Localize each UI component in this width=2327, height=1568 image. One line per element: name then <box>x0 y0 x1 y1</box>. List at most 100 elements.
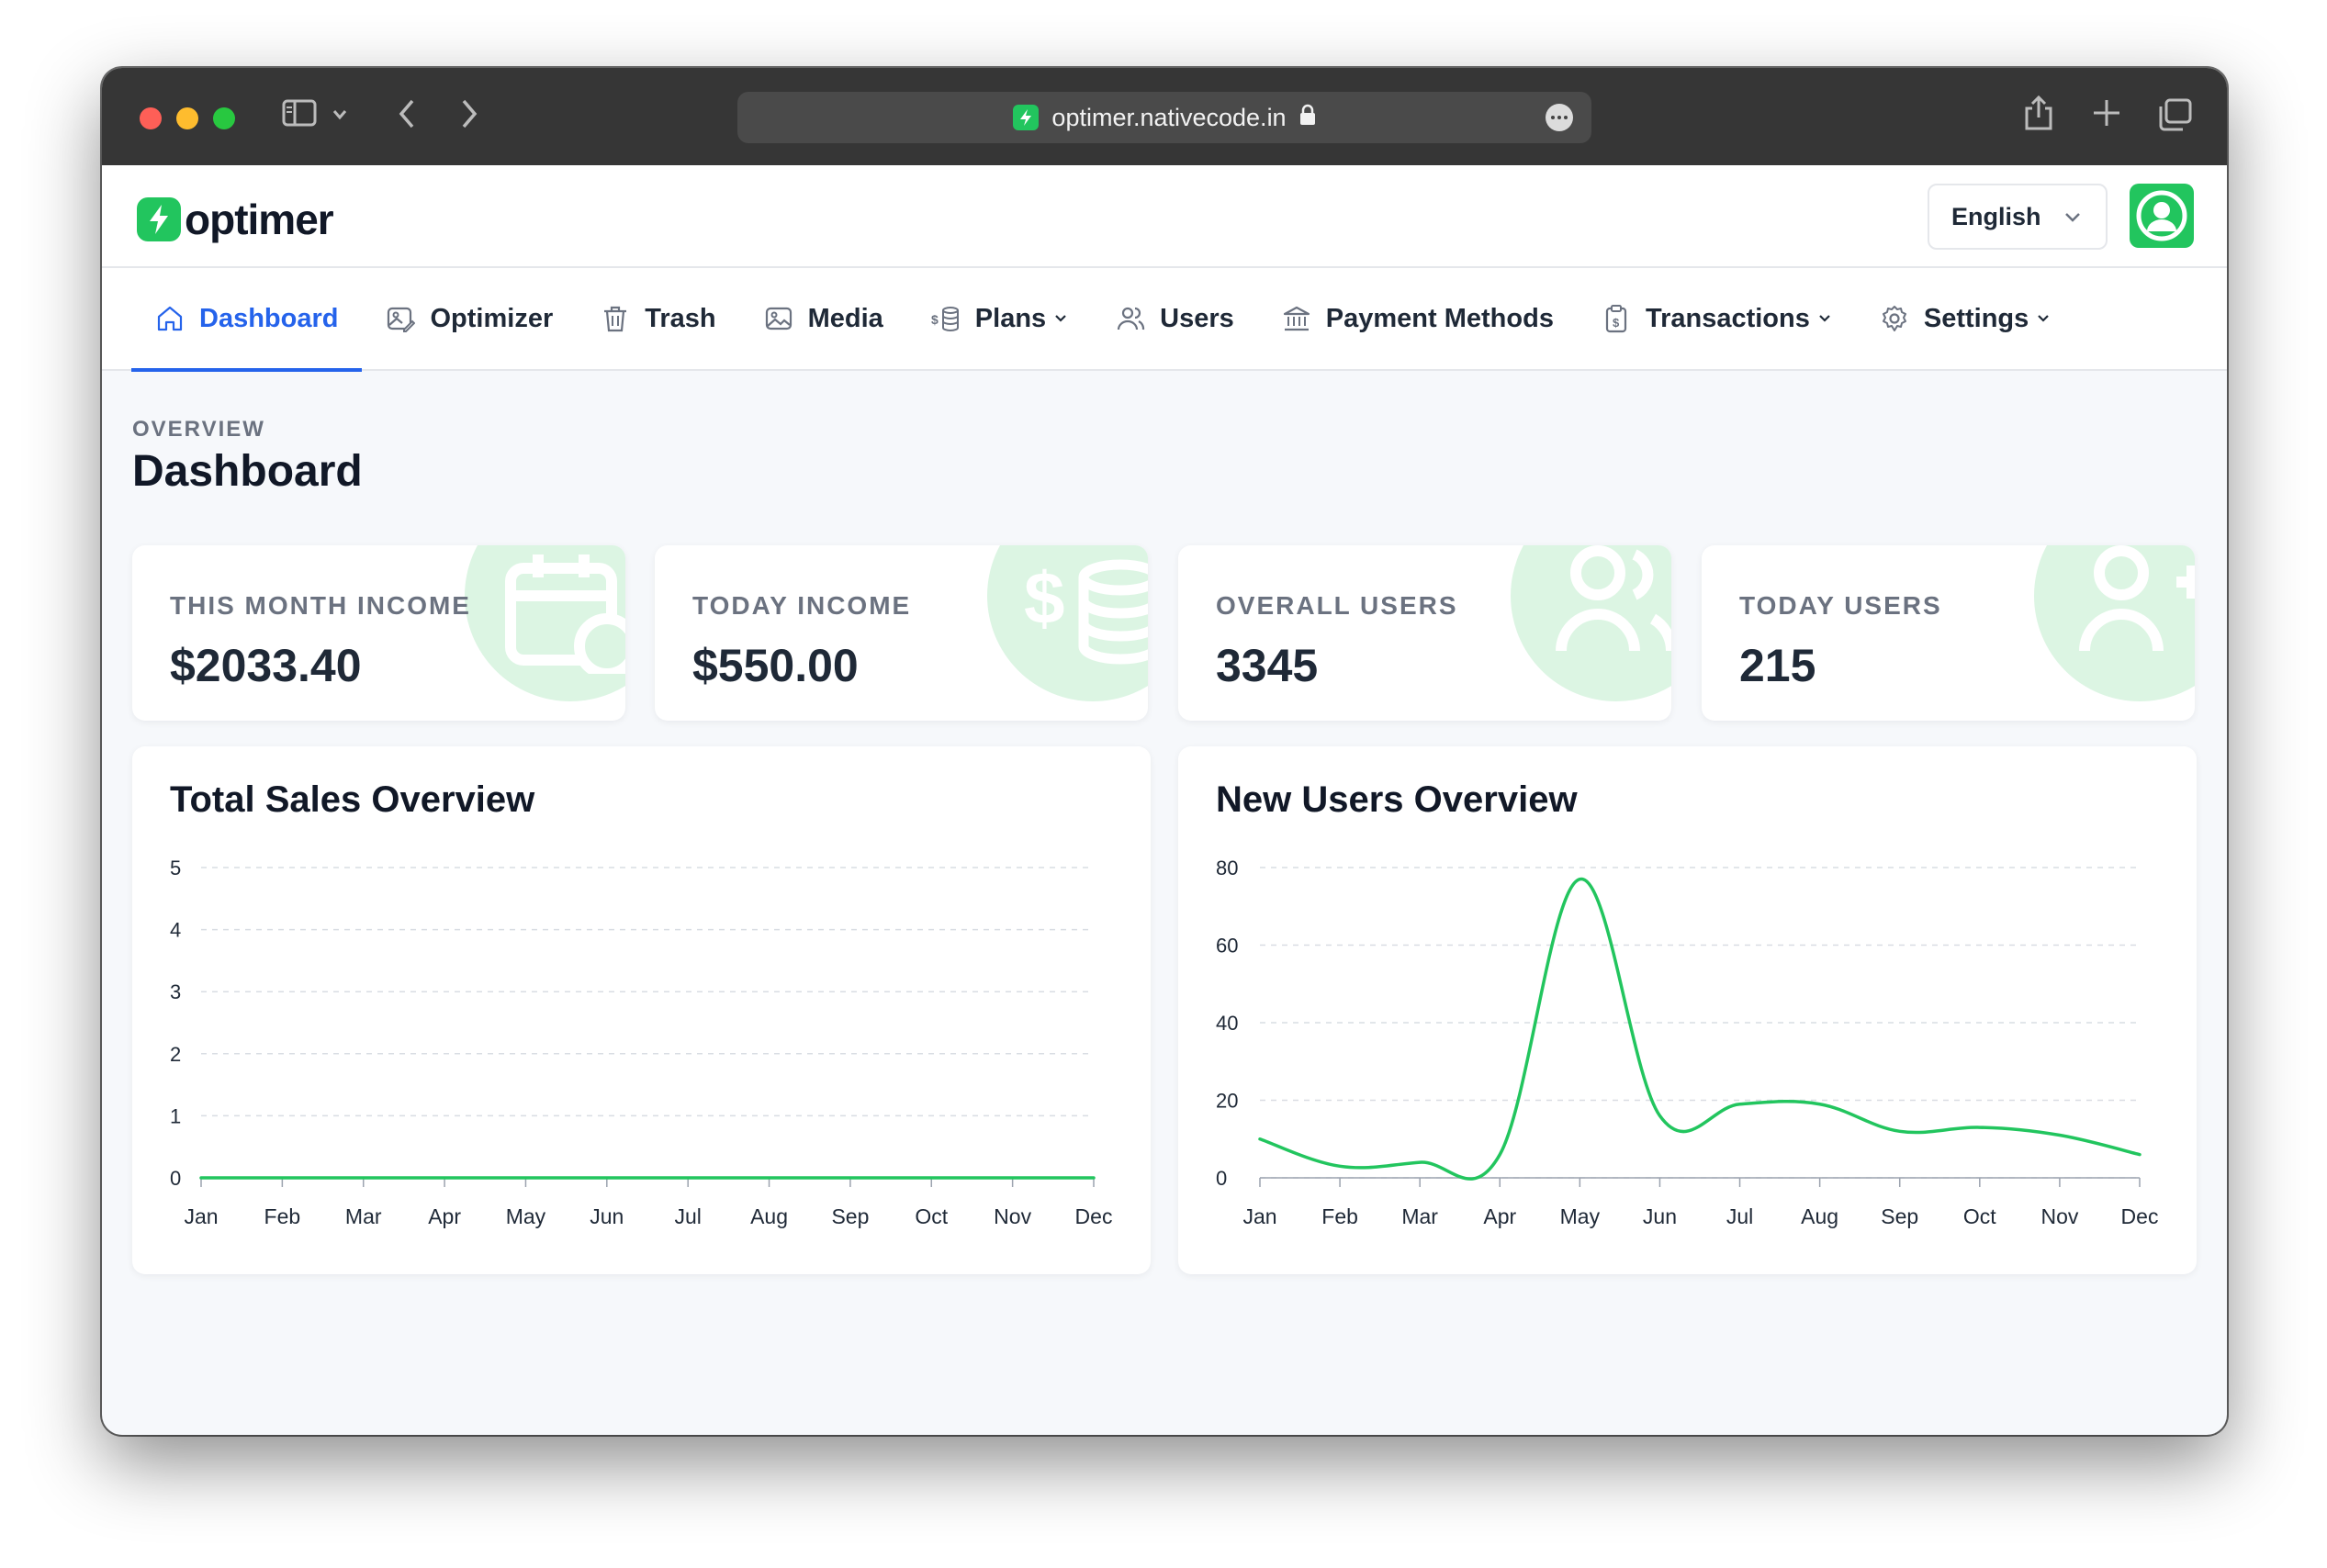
trash-icon <box>604 306 627 332</box>
y-tick-label: 2 <box>170 1043 181 1066</box>
x-tick-label: Jan <box>184 1204 218 1228</box>
stat-label: TODAY USERS <box>1739 591 1942 620</box>
dollar-coins-icon: $ <box>1024 557 1148 665</box>
logo-text: optimer <box>185 196 334 243</box>
stat-card-month-income: THIS MONTH INCOME $2033.40 <box>132 545 625 721</box>
back-icon[interactable] <box>396 97 418 135</box>
lock-icon <box>1299 104 1316 132</box>
image-icon <box>765 307 792 330</box>
home-icon <box>157 306 183 331</box>
nav-item-dashboard[interactable]: Dashboard <box>131 267 363 372</box>
stat-label: TODAY INCOME <box>692 591 912 620</box>
language-value: English <box>1951 202 2041 230</box>
users-icon <box>1556 545 1671 652</box>
nav-item-transactions[interactable]: $ Transactions <box>1578 267 1856 370</box>
x-tick-label: Sep <box>1881 1204 1918 1228</box>
x-tick-label: Nov <box>994 1204 1031 1228</box>
nav-item-label: Dashboard <box>199 303 339 333</box>
main-nav: Dashboard Optimizer Trash Media $ Plans Users P… <box>102 267 2227 372</box>
x-tick-label: Jan <box>1242 1204 1276 1228</box>
new-users-chart: 0 20 40 60 80 Jan Feb Mar Apr May Jun Jul Aug Sep Oct N… <box>1216 857 2158 1228</box>
language-select[interactable]: English <box>1928 184 2108 250</box>
chevron-down-icon <box>1819 315 1830 322</box>
app-header: optimer English <box>102 165 2227 268</box>
nav-item-plans[interactable]: $ Plans <box>907 267 1092 370</box>
nav-item-label: Media <box>807 303 883 333</box>
x-tick-label: Aug <box>1801 1204 1838 1228</box>
x-tick-label: Nov <box>2040 1204 2078 1228</box>
nav-item-label: Optimizer <box>430 303 554 333</box>
y-tick-label: 0 <box>1216 1167 1227 1190</box>
nav-item-users[interactable]: Users <box>1092 267 1258 370</box>
user-avatar[interactable] <box>2130 184 2194 248</box>
zoom-window-button[interactable] <box>213 107 235 129</box>
more-options-icon[interactable] <box>1546 104 1573 131</box>
x-tick-label: Mar <box>345 1204 382 1228</box>
x-tick-label: Dec <box>1075 1204 1113 1228</box>
page-overline: OVERVIEW <box>132 417 265 442</box>
users-icon <box>1118 307 1145 330</box>
bank-icon <box>1283 306 1310 331</box>
y-tick-label: 3 <box>170 980 181 1003</box>
x-tick-label: May <box>1560 1204 1601 1228</box>
x-tick-label: Oct <box>915 1204 948 1228</box>
chevron-down-icon <box>1055 315 1066 322</box>
new-tab-icon[interactable] <box>2091 97 2122 133</box>
sidebar-toggle-icon[interactable] <box>282 97 319 133</box>
nav-item-label: Users <box>1160 303 1234 333</box>
svg-text:$: $ <box>1024 557 1065 639</box>
y-tick-label: 4 <box>170 919 181 942</box>
browser-window: optimer.nativecode.in optimer English Da… <box>102 68 2227 1435</box>
calendar-clock-icon <box>505 554 625 674</box>
new-users-chart-card: New Users Overview 0 20 40 60 80 Jan Feb Mar Apr… <box>1178 746 2197 1274</box>
series-line <box>1258 877 2142 1181</box>
receipt-icon: $ <box>1605 305 1627 333</box>
y-tick-label: 20 <box>1216 1090 1238 1113</box>
coins-icon: $ <box>931 307 959 331</box>
chevron-down-icon[interactable] <box>332 108 348 126</box>
nav-item-label: Trash <box>645 303 716 333</box>
user-plus-icon <box>2079 545 2195 652</box>
y-tick-label: 5 <box>170 857 181 879</box>
page-title: Dashboard <box>132 447 363 496</box>
site-favicon-icon <box>1013 105 1040 130</box>
nav-item-optimizer[interactable]: Optimizer <box>362 267 577 370</box>
x-tick-label: Apr <box>428 1204 461 1228</box>
x-tick-label: Apr <box>1483 1204 1516 1228</box>
stat-card-overall-users: OVERALL USERS 3345 <box>1178 545 1671 721</box>
stat-label: THIS MONTH INCOME <box>170 591 471 620</box>
forward-icon[interactable] <box>458 97 480 135</box>
x-tick-label: Feb <box>1321 1204 1358 1228</box>
lightning-icon <box>137 197 181 241</box>
share-icon[interactable] <box>2023 94 2054 137</box>
svg-text:$: $ <box>1613 316 1620 330</box>
nav-item-label: Settings <box>1923 303 2029 333</box>
y-tick-label: 80 <box>1216 857 1238 879</box>
stat-value: $550.00 <box>692 640 859 691</box>
user-icon <box>2136 190 2187 241</box>
nav-item-trash[interactable]: Trash <box>577 267 739 370</box>
y-tick-label: 40 <box>1216 1012 1238 1035</box>
stat-value: $2033.40 <box>170 640 362 691</box>
x-tick-label: May <box>506 1204 546 1228</box>
close-window-button[interactable] <box>140 107 162 129</box>
address-bar[interactable]: optimer.nativecode.in <box>737 92 1591 143</box>
nav-item-media[interactable]: Media <box>740 267 907 370</box>
minimize-window-button[interactable] <box>176 107 198 129</box>
x-tick-label: Jul <box>674 1204 701 1228</box>
total-sales-chart: 0 1 2 3 4 5 Jan Feb Mar Apr May Jun Jul Aug Sep Oct Nov D… <box>170 857 1113 1228</box>
x-tick-label: Aug <box>750 1204 788 1228</box>
app-logo[interactable]: optimer <box>137 195 334 244</box>
total-sales-chart-card: Total Sales Overview 0 1 2 3 4 5 Jan Feb Mar Apr M… <box>132 746 1151 1274</box>
y-tick-label: 60 <box>1216 935 1238 958</box>
stat-card-today-income: $ TODAY INCOME $550.00 <box>655 545 1148 721</box>
nav-item-settings[interactable]: Settings <box>1856 267 2074 370</box>
x-tick-label: Feb <box>264 1204 301 1228</box>
nav-item-label: Plans <box>974 303 1047 333</box>
nav-item-label: Transactions <box>1645 303 1810 333</box>
nav-item-payment-methods[interactable]: Payment Methods <box>1258 267 1578 370</box>
stat-value: 215 <box>1739 640 1816 691</box>
x-tick-label: Sep <box>831 1204 869 1228</box>
chevron-down-icon <box>2038 315 2050 322</box>
tab-overview-icon[interactable] <box>2157 97 2194 137</box>
